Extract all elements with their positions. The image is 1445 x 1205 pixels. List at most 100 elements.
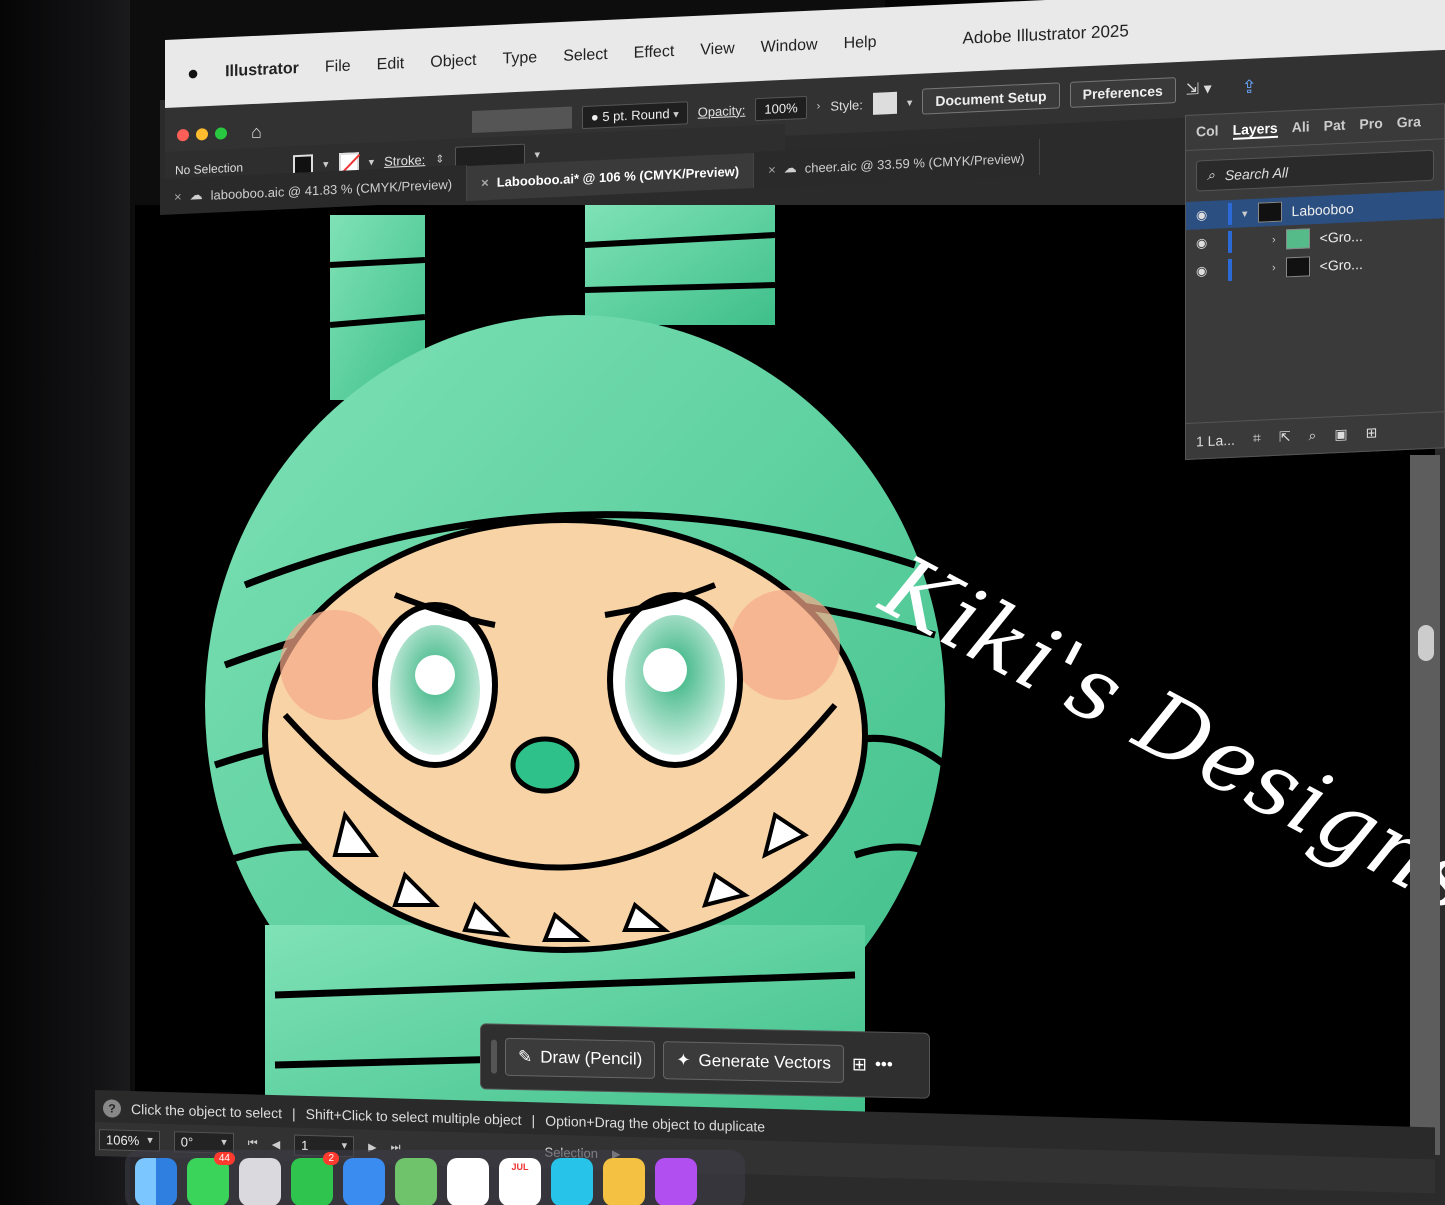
podcasts-icon[interactable] [655,1158,697,1205]
new-sublayer-icon[interactable]: ⊞ [1366,424,1378,442]
minimize-window-button[interactable] [196,128,208,141]
tab-layers[interactable]: Layers [1232,119,1278,140]
hint-multi-select: Shift+Click to select multiple object [305,1105,522,1128]
launchpad-icon[interactable] [239,1158,281,1205]
right-cheek [730,590,840,700]
previous-artboard-icon[interactable]: ◀ [272,1137,280,1150]
task-bar-drag-handle[interactable] [491,1039,497,1074]
close-tab-icon[interactable]: × [481,175,489,190]
maps-icon[interactable] [395,1158,437,1205]
more-options-button[interactable]: ••• [875,1055,893,1075]
chevron-down-icon[interactable]: ▾ [907,96,913,109]
menu-type[interactable]: Type [503,49,538,69]
window-controls [177,127,227,142]
close-window-button[interactable] [177,128,189,142]
zoom-select[interactable]: 106% ▾ [99,1128,160,1152]
variable-width-field[interactable] [471,106,572,134]
scrollbar-thumb[interactable] [1418,625,1434,661]
finder-icon[interactable] [135,1158,177,1205]
macos-dock: 44 2 JUL [125,1150,745,1205]
close-tab-icon[interactable]: × [768,162,776,177]
hint-divider: | [291,1105,296,1122]
share-icon[interactable]: ⇪ [1242,76,1257,98]
preferences-button[interactable]: Preferences [1069,77,1176,108]
messages-icon[interactable]: 44 [187,1152,235,1205]
layer-name: <Gro... [1319,255,1363,274]
menu-select[interactable]: Select [563,46,607,66]
layer-name: <Gro... [1319,227,1363,246]
cloud-icon: ☁ [783,160,797,176]
home-icon[interactable]: ⌂ [251,121,262,142]
close-tab-icon[interactable]: × [174,189,182,204]
eye-icon[interactable]: ◉ [1196,263,1218,280]
eye-icon[interactable]: ◉ [1196,235,1218,252]
layers-search-input[interactable]: ⌕ Search All [1196,149,1434,192]
menu-help[interactable]: Help [844,34,877,53]
calendar-icon[interactable]: JUL [499,1158,541,1205]
help-icon[interactable]: ? [103,1099,121,1118]
add-image-icon[interactable]: ⊞ [852,1054,867,1075]
layer-count: 1 La... [1196,431,1235,450]
layers-panel: Col Layers Ali Pat Pro Gra ⌕ Search All … [1185,103,1445,460]
menu-app-name[interactable]: Illustrator [225,60,299,81]
artboard-icon[interactable]: ⌗ [1253,430,1261,447]
document-setup-button[interactable]: Document Setup [922,82,1060,115]
eye-icon[interactable]: ◉ [1196,207,1218,224]
tab-label: cheer.aic @ 33.59 % (CMYK/Preview) [804,150,1025,176]
opacity-label[interactable]: Opacity: [698,102,746,119]
menu-effect[interactable]: Effect [634,43,675,63]
generate-vectors-label: Generate Vectors [698,1050,831,1073]
layer-thumbnail [1285,228,1310,250]
export-icon[interactable]: ⇱ [1279,428,1291,446]
tab-label: Labooboo.ai* @ 106 % (CMYK/Preview) [496,163,740,190]
hint-select: Click the object to select [131,1101,282,1122]
menu-window[interactable]: Window [761,36,818,57]
draw-pencil-button[interactable]: ✎ Draw (Pencil) [505,1037,656,1079]
search-icon: ⌕ [1207,166,1215,184]
menu-file[interactable]: File [325,58,351,77]
tab-color[interactable]: Col [1196,122,1219,141]
sparkle-icon: ✦ [676,1050,691,1070]
calendar-month: JUL [511,1162,529,1172]
zoom-window-button[interactable] [215,127,227,140]
nose [510,736,580,794]
chevron-down-icon[interactable]: ▾ [1242,207,1248,220]
opacity-input[interactable]: 100% [755,95,807,121]
mail-icon[interactable] [343,1158,385,1205]
layer-color-bar [1228,258,1232,282]
menu-view[interactable]: View [700,40,734,60]
zoom-value: 106% [106,1131,140,1148]
tab-gradient[interactable]: Gra [1397,113,1421,132]
vertical-scrollbar[interactable] [1410,455,1440,1155]
clipping-mask-icon[interactable]: ▣ [1334,426,1347,444]
tab-pathfinder[interactable]: Pat [1324,117,1346,136]
cloud-icon: ☁ [189,187,203,203]
photos-icon[interactable] [447,1158,489,1205]
locate-object-icon[interactable]: ⌕ [1309,427,1317,444]
style-swatch[interactable] [872,91,897,115]
menu-edit[interactable]: Edit [377,55,405,74]
window-title: Adobe Illustrator 2025 [962,21,1129,48]
brush-select[interactable]: ● 5 pt. Round ▾ [581,100,688,129]
contextual-task-bar: ✎ Draw (Pencil) ✦ Generate Vectors ⊞ ••• [480,1023,930,1099]
tab-properties[interactable]: Pro [1359,115,1382,134]
layer-thumbnail [1257,201,1282,223]
chevron-right-icon[interactable]: › [817,100,821,112]
pencil-icon: ✎ [518,1047,533,1067]
tab-align[interactable]: Ali [1292,118,1310,137]
face [262,517,868,953]
apple-icon[interactable]: ● [187,62,199,86]
messages-badge: 44 [213,1152,235,1165]
first-artboard-icon[interactable]: ⏮ [248,1137,258,1150]
chevron-right-icon[interactable]: › [1272,234,1276,246]
menu-object[interactable]: Object [430,52,476,72]
notes-icon[interactable] [603,1158,645,1205]
arrange-icon[interactable]: ⇲ ▾ [1186,78,1212,99]
generate-vectors-button[interactable]: ✦ Generate Vectors [663,1041,844,1083]
chevron-right-icon[interactable]: › [1272,262,1276,274]
hint-duplicate: Option+Drag the object to duplicate [545,1112,766,1135]
freeform-icon[interactable] [551,1158,593,1205]
hint-divider: | [531,1112,536,1129]
facetime-icon[interactable]: 2 [291,1152,339,1205]
layer-thumbnail [1285,256,1310,278]
